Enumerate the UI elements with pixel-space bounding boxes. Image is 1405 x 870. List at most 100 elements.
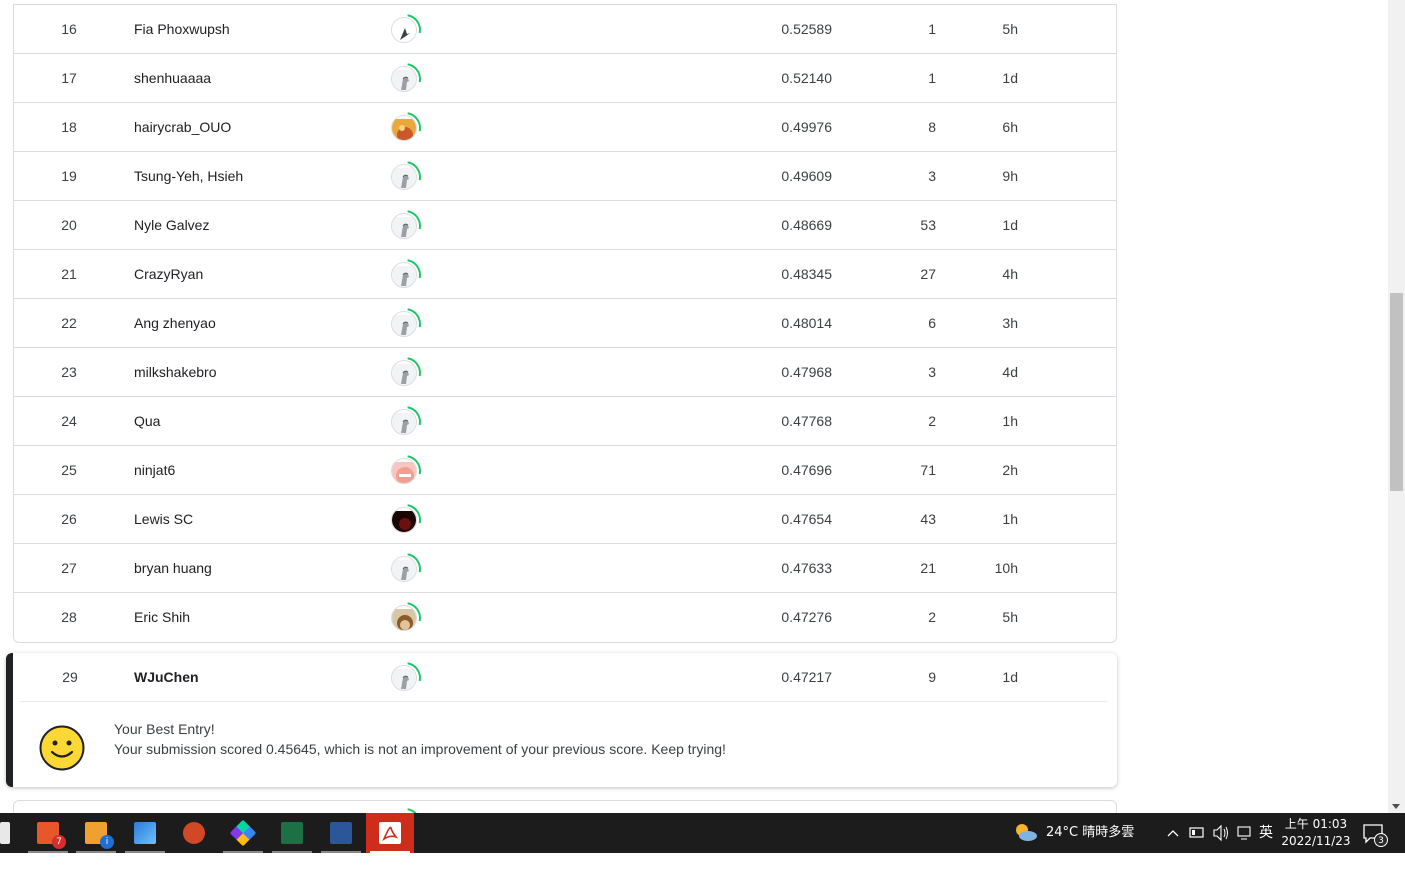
- notifications-badge: 3: [1374, 833, 1388, 847]
- leaderboard-row[interactable]: 28 Eric Shih 0.47276 2 5h: [14, 593, 1116, 642]
- notifications-icon[interactable]: 3: [1362, 813, 1388, 853]
- show-hidden-icons-icon[interactable]: [1166, 813, 1180, 853]
- next-row-partial: [13, 800, 1117, 813]
- weather-icon[interactable]: [1012, 813, 1038, 853]
- taskbar-acrobat[interactable]: [366, 813, 414, 853]
- entries: 3: [928, 364, 936, 380]
- weather-text[interactable]: 24°C 晴時多雲: [1046, 813, 1134, 853]
- taskbar-photos[interactable]: [121, 813, 169, 853]
- entries: 43: [920, 511, 936, 527]
- team-avatar[interactable]: [388, 552, 422, 586]
- default-avatar-icon: [391, 164, 417, 190]
- taskbar-powerpoint[interactable]: [170, 813, 218, 853]
- rank: 18: [61, 119, 77, 135]
- last-submission: 1h: [1002, 511, 1018, 527]
- team-avatar[interactable]: [388, 454, 422, 488]
- leaderboard-row[interactable]: 17 shenhuaaaa 0.52140 1 1d: [14, 54, 1116, 103]
- leaderboard-table: 16 Fia Phoxwupsh 0.52589 1 5h 17 shenhuaaaa 0.5…: [13, 4, 1117, 643]
- page-viewport: 16 Fia Phoxwupsh 0.52589 1 5h 17 shenhuaaaa 0.5…: [0, 0, 1388, 813]
- taskbar-task-app[interactable]: 7: [24, 813, 72, 853]
- team-name[interactable]: Qua: [134, 397, 160, 445]
- battery-icon[interactable]: [1189, 813, 1205, 853]
- team-name[interactable]: Nyle Galvez: [134, 201, 209, 249]
- team-avatar[interactable]: [388, 601, 422, 635]
- smiley-icon: [39, 725, 85, 771]
- team-name[interactable]: bryan huang: [134, 544, 212, 592]
- rank: 28: [61, 609, 77, 625]
- team-avatar[interactable]: [388, 13, 422, 47]
- my-team-name[interactable]: WJuChen: [134, 653, 199, 701]
- team-name[interactable]: CrazyRyan: [134, 250, 203, 298]
- leaderboard-row[interactable]: 21 CrazyRyan 0.48345 27 4h: [14, 250, 1116, 299]
- entries: 21: [920, 560, 936, 576]
- team-name[interactable]: Eric Shih: [134, 593, 190, 641]
- team-name[interactable]: ninjat6: [134, 446, 175, 494]
- my-entry-row[interactable]: 29 WJuChen 0.47217 9 1d: [20, 653, 1107, 702]
- leaderboard-row[interactable]: 16 Fia Phoxwupsh 0.52589 1 5h: [14, 5, 1116, 54]
- last-submission: 10h: [994, 560, 1018, 576]
- logo-avatar-icon: [391, 17, 417, 43]
- team-name[interactable]: hairycrab_OUO: [134, 103, 231, 151]
- vertical-scrollbar[interactable]: [1388, 0, 1405, 813]
- default-avatar-icon: [391, 556, 417, 582]
- team-name[interactable]: Lewis SC: [134, 495, 193, 543]
- my-avatar[interactable]: [388, 661, 422, 709]
- taskbar-file-explorer[interactable]: [0, 813, 18, 853]
- leaderboard-row[interactable]: 19 Tsung-Yeh, Hsieh 0.49609 3 9h: [14, 152, 1116, 201]
- last-submission: 9h: [1002, 168, 1018, 184]
- word-icon: [330, 822, 352, 844]
- leaderboard-row[interactable]: 24 Qua 0.47768 2 1h: [14, 397, 1116, 446]
- score: 0.47276: [781, 609, 832, 625]
- team-name[interactable]: shenhuaaaa: [134, 54, 211, 102]
- team-name[interactable]: Tsung-Yeh, Hsieh: [134, 152, 243, 200]
- last-submission: 1d: [1002, 217, 1018, 233]
- team-avatar[interactable]: [388, 111, 422, 145]
- leaderboard-row[interactable]: 20 Nyle Galvez 0.48669 53 1d: [14, 201, 1116, 250]
- scroll-thumb[interactable]: [1390, 293, 1403, 491]
- leaderboard-row[interactable]: 26 Lewis SC 0.47654 43 1h: [14, 495, 1116, 544]
- network-icon[interactable]: [1236, 813, 1254, 853]
- score: 0.48345: [781, 266, 832, 282]
- taskbar-word[interactable]: [317, 813, 365, 853]
- rank: 16: [61, 21, 77, 37]
- taskbar-info-app[interactable]: i: [72, 813, 120, 853]
- dark-avatar-icon: [391, 507, 417, 533]
- team-avatar[interactable]: [388, 160, 422, 194]
- file-explorer-icon: [0, 822, 10, 844]
- ime-indicator[interactable]: 英: [1259, 813, 1273, 853]
- leaderboard-row[interactable]: 23 milkshakebro 0.47968 3 4d: [14, 348, 1116, 397]
- team-name[interactable]: Ang zhenyao: [134, 299, 216, 347]
- leaderboard-row[interactable]: 22 Ang zhenyao 0.48014 6 3h: [14, 299, 1116, 348]
- entries: 3: [928, 168, 936, 184]
- clock[interactable]: 上午 01:03 2022/11/23: [1278, 816, 1354, 850]
- leaderboard-row[interactable]: 18 hairycrab_OUO 0.49976 8 6h: [14, 103, 1116, 152]
- default-avatar-icon: [391, 409, 417, 435]
- best-entry-title: Your Best Entry!: [114, 721, 215, 737]
- rank: 25: [61, 462, 77, 478]
- leaderboard-row[interactable]: 27 bryan huang 0.47633 21 10h: [14, 544, 1116, 593]
- score: 0.47633: [781, 560, 832, 576]
- entries: 27: [920, 266, 936, 282]
- team-avatar[interactable]: [388, 405, 422, 439]
- team-avatar[interactable]: [388, 209, 422, 243]
- last-submission: 6h: [1002, 119, 1018, 135]
- team-avatar[interactable]: [388, 62, 422, 96]
- acrobat-icon: [379, 822, 401, 844]
- scroll-down-icon[interactable]: [1392, 804, 1400, 809]
- last-submission: 5h: [1002, 21, 1018, 37]
- team-name[interactable]: milkshakebro: [134, 348, 216, 396]
- last-submission: 4h: [1002, 266, 1018, 282]
- taskbar-excel[interactable]: [268, 813, 316, 853]
- team-avatar[interactable]: [388, 503, 422, 537]
- team-avatar[interactable]: [388, 258, 422, 292]
- default-avatar-icon: [391, 311, 417, 337]
- team-avatar[interactable]: [388, 307, 422, 341]
- rank: 24: [61, 413, 77, 429]
- leaderboard-row[interactable]: 25 ninjat6 0.47696 71 2h: [14, 446, 1116, 495]
- team-name[interactable]: Fia Phoxwupsh: [134, 5, 230, 53]
- team-avatar[interactable]: [388, 356, 422, 390]
- default-avatar-icon: [391, 213, 417, 239]
- volume-icon[interactable]: [1212, 813, 1230, 853]
- taskbar-git[interactable]: [219, 813, 267, 853]
- rank: 19: [61, 168, 77, 184]
